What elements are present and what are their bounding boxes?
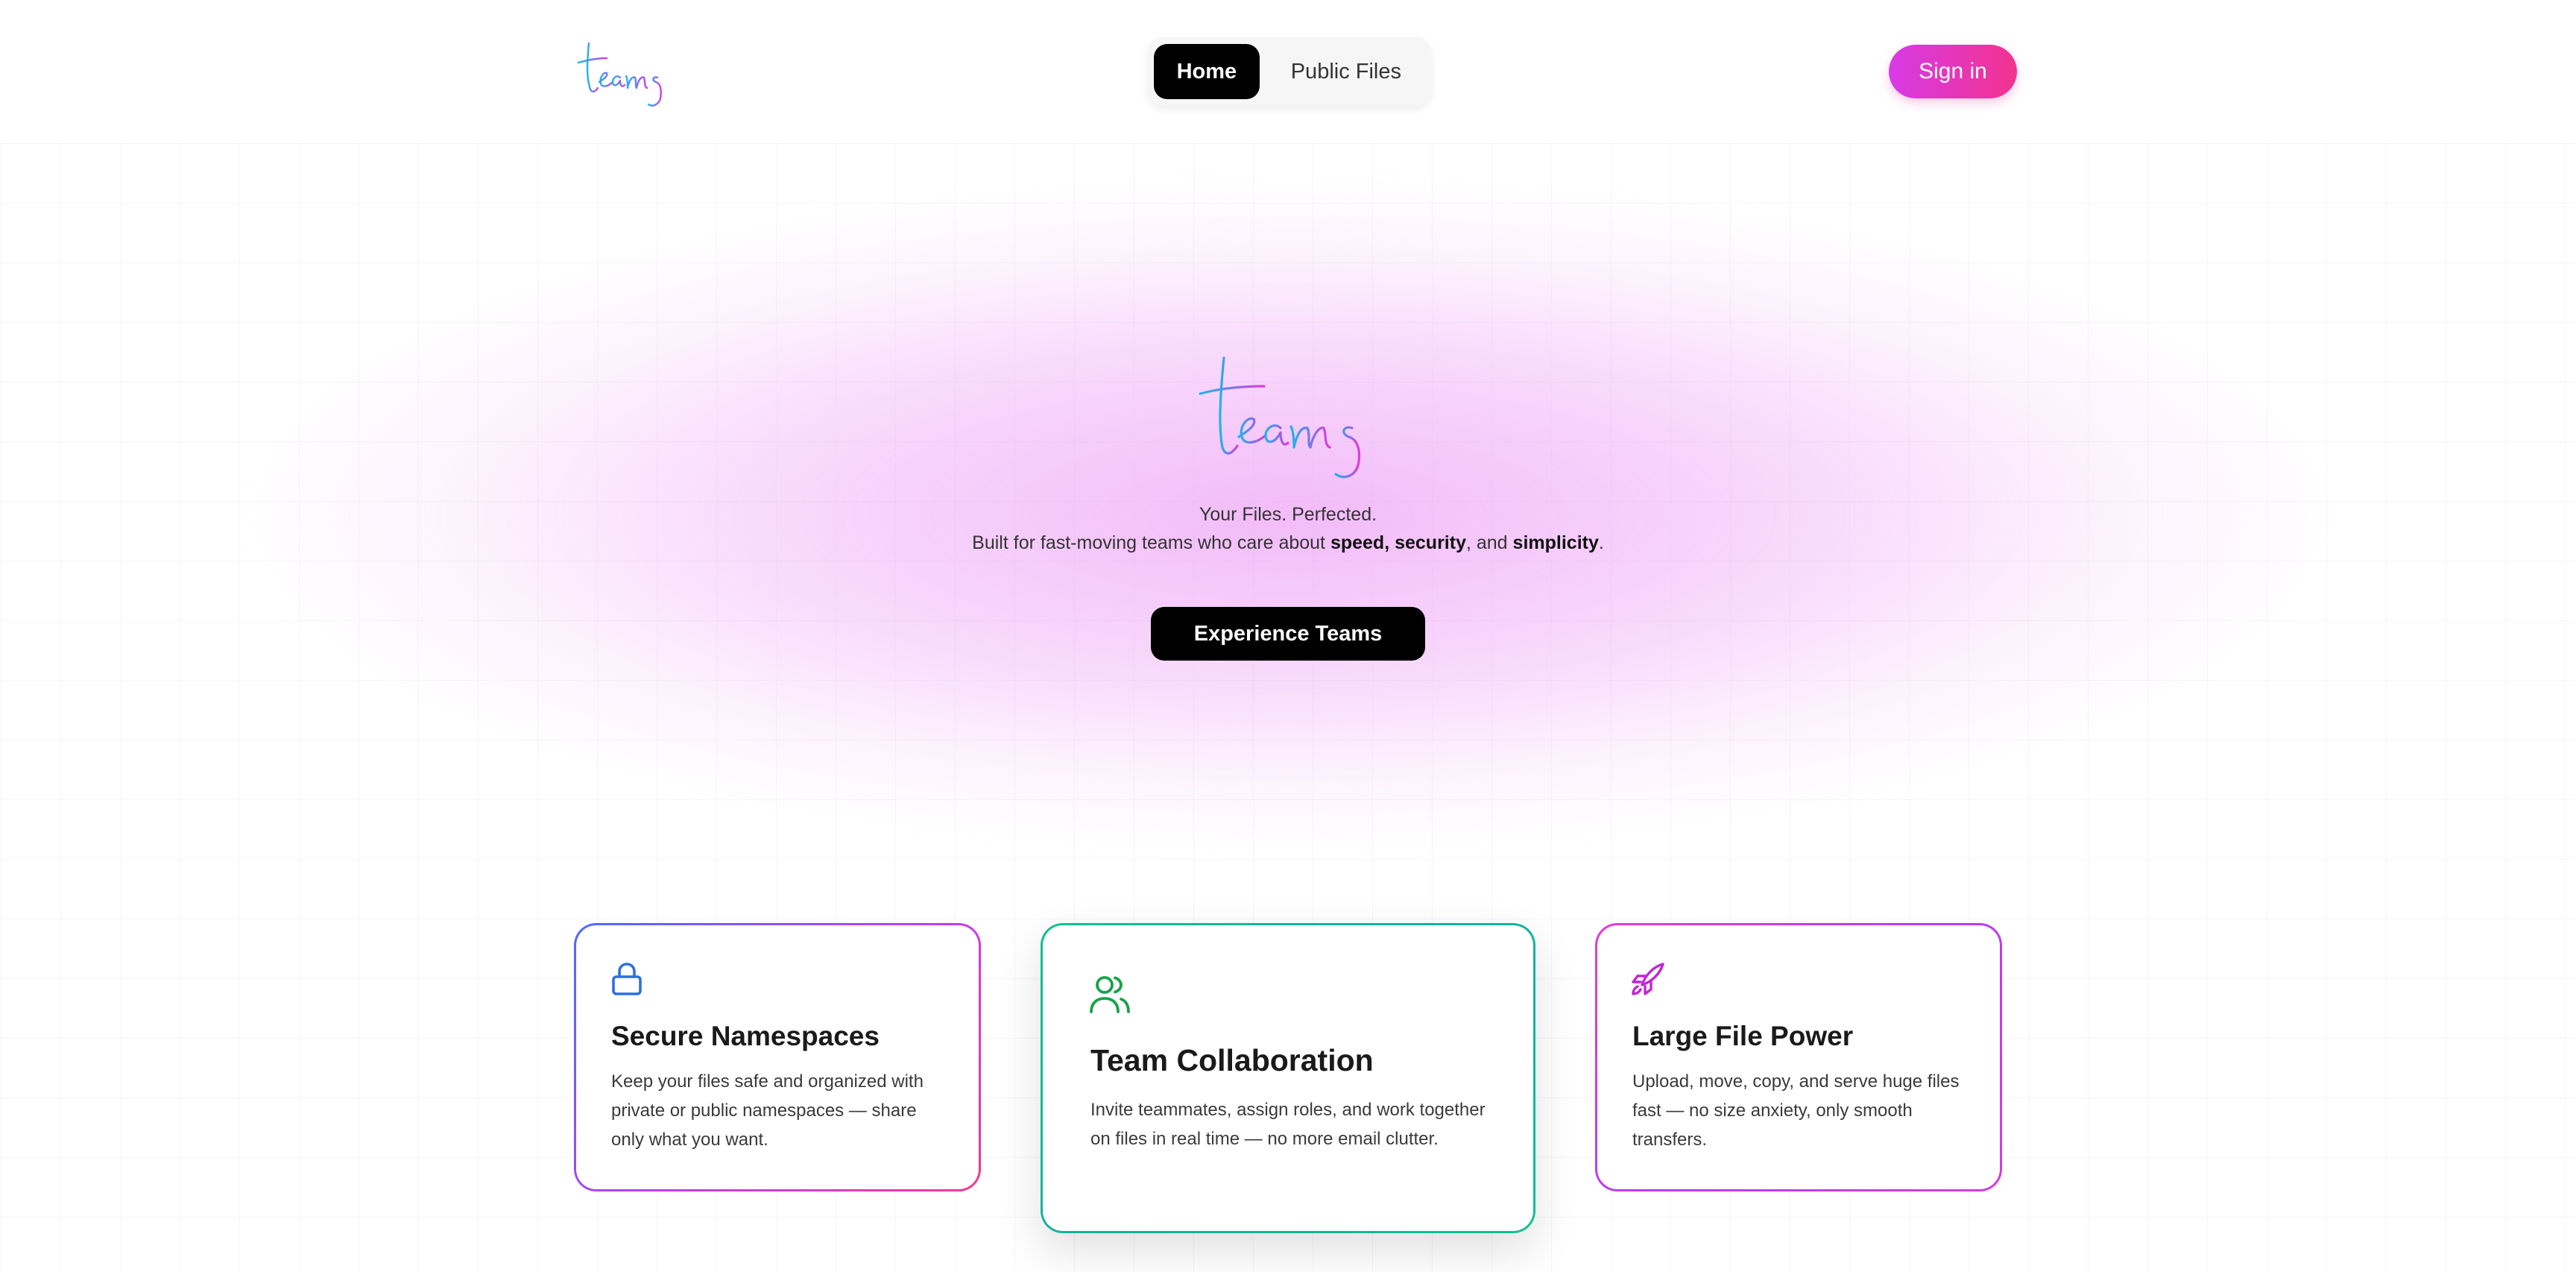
hero-tagline: Your Files. Perfected. (1199, 504, 1377, 525)
feature-description: Keep your files safe and organized with … (611, 1071, 924, 1150)
feature-title: Secure Namespaces (611, 1021, 880, 1051)
teams-logo[interactable] (574, 30, 678, 112)
subline-prefix: Built for fast-moving teams who care abo… (972, 532, 1330, 553)
lock-icon (612, 963, 642, 995)
subline-middle: , and (1465, 532, 1513, 553)
rocket-icon (1632, 963, 1664, 995)
feature-card-large-file-power: Large File Power Upload, move, copy, and… (1595, 923, 2002, 1191)
hero-subline: Built for fast-moving teams who care abo… (0, 532, 2576, 554)
feature-description: Invite teammates, assign roles, and work… (1090, 1100, 1486, 1149)
landing-page: Home Public Files Sign in Your Files. Pe… (0, 0, 2576, 1272)
main-nav: Home Public Files (1148, 37, 1431, 106)
feature-title: Large File Power (1632, 1021, 1854, 1051)
nav-home-tab[interactable]: Home (1154, 44, 1260, 99)
experience-teams-button[interactable]: Experience Teams (1151, 607, 1425, 661)
users-icon (1090, 976, 1130, 1013)
hero-teams-logo (1199, 356, 1361, 479)
top-header: Home Public Files Sign in (0, 0, 2576, 143)
sign-in-button[interactable]: Sign in (1889, 45, 2017, 98)
feature-card-team-collaboration: Team Collaboration Invite teammates, ass… (1041, 923, 1535, 1233)
subline-bold-simplicity: simplicity (1512, 532, 1599, 553)
feature-title: Team Collaboration (1090, 1043, 1374, 1077)
feature-card-secure-namespaces: Secure Namespaces Keep your files safe a… (574, 923, 981, 1191)
subline-suffix: . (1598, 532, 1604, 553)
subline-bold-speed-security: speed, security (1330, 532, 1466, 553)
feature-description: Upload, move, copy, and serve huge files… (1632, 1071, 1960, 1150)
nav-public-files-tab[interactable]: Public Files (1267, 44, 1425, 99)
